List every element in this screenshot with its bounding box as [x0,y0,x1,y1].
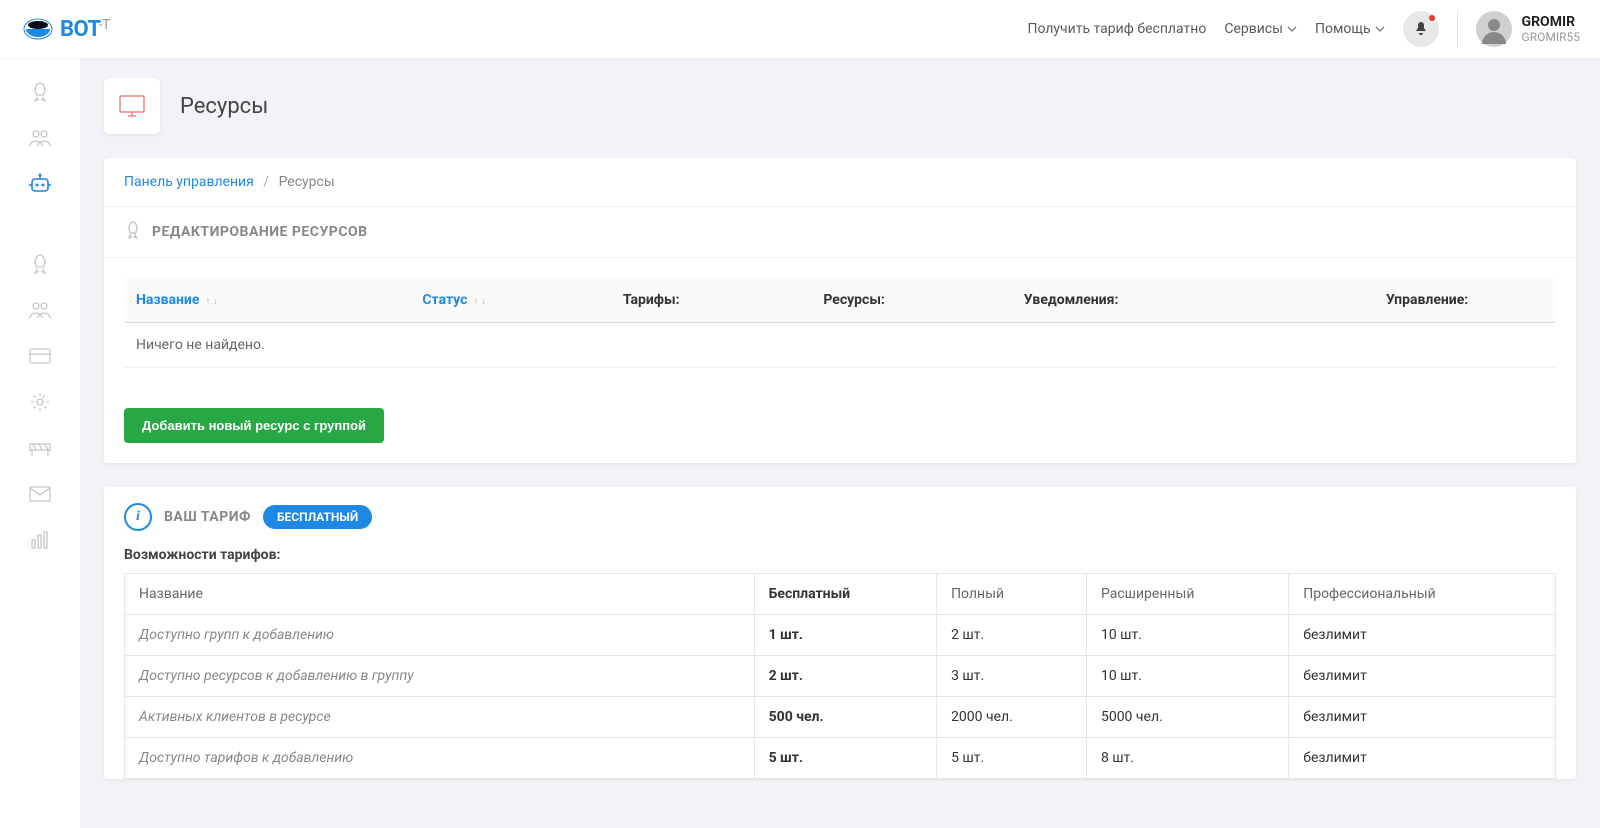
notification-dot [1429,15,1435,21]
tcol-free: Бесплатный [754,574,936,615]
user-sub: GROMIR55 [1522,30,1580,44]
bell-icon [1413,21,1429,37]
sidebar-item-users[interactable] [26,124,54,152]
nav-help[interactable]: Помощь [1315,21,1385,37]
divider [1457,11,1458,47]
tariff-free: 5 шт. [754,738,936,779]
page-title-icon [104,78,160,134]
card-header: РЕДАКТИРОВАНИЕ РЕСУРСОВ [104,207,1576,258]
sidebar-item-rocket[interactable] [26,78,54,106]
chevron-down-icon [1375,26,1385,32]
avatar-icon [1479,14,1509,44]
rocket-icon [124,221,142,243]
tariff-label: Доступно ресурсов к добавлению в группу [125,656,755,697]
col-status[interactable]: Статус↑ ↓ [410,278,610,323]
tariff-table: Название Бесплатный Полный Расширенный П… [124,573,1556,779]
user-menu[interactable]: GROMIR GROMIR55 [1476,11,1580,47]
breadcrumb-current: Ресурсы [279,174,335,190]
col-tariffs: Тарифы: [611,278,811,323]
sidebar-item-bot[interactable] [26,170,54,198]
tariff-ext: 10 шт. [1086,615,1288,656]
nav-services-label: Сервисы [1224,21,1283,37]
sidebar-item-settings[interactable] [26,388,54,416]
sidebar-item-barrier[interactable] [26,434,54,462]
user-name: GROMIR [1522,14,1580,30]
tariff-pro: безлимит [1289,738,1556,779]
tcol-full: Полный [937,574,1087,615]
sidebar-item-mail[interactable] [26,480,54,508]
tariff-badge: БЕСПЛАТНЫЙ [263,505,372,529]
sidebar-item-rocket-2[interactable] [26,250,54,278]
logo-text: BOT-T [60,17,110,42]
tcol-ext: Расширенный [1086,574,1288,615]
nav-get-tariff[interactable]: Получить тариф бесплатно [1027,21,1206,37]
edit-resources-card: Панель управления / Ресурсы РЕДАКТИРОВАН… [104,158,1576,463]
col-name[interactable]: Название↑ ↓ [124,278,410,323]
info-icon: i [124,503,152,531]
header: BOT-T Получить тариф бесплатно Сервисы П… [0,0,1600,58]
logo[interactable]: BOT-T [20,17,110,42]
page-title: Ресурсы [180,94,268,119]
resources-table: Название↑ ↓ Статус↑ ↓ Тарифы: Ресурсы: У… [124,278,1556,368]
tariff-row: Активных клиентов в ресурсе500 чел.2000 … [125,697,1556,738]
tariff-pro: безлимит [1289,656,1556,697]
sidebar-item-stats[interactable] [26,526,54,554]
tariff-row: Доступно ресурсов к добавлению в группу2… [125,656,1556,697]
tariff-ext: 10 шт. [1086,656,1288,697]
avatar [1476,11,1512,47]
tariff-header: i ВАШ ТАРИФ БЕСПЛАТНЫЙ [104,487,1576,547]
tariff-free: 500 чел. [754,697,936,738]
tcol-name: Название [125,574,755,615]
tcol-pro: Профессиональный [1289,574,1556,615]
breadcrumb: Панель управления / Ресурсы [104,158,1576,207]
tariff-row: Доступно групп к добавлению1 шт.2 шт.10 … [125,615,1556,656]
card-title: РЕДАКТИРОВАНИЕ РЕСУРСОВ [152,224,368,240]
table-row-empty: Ничего не найдено. [124,323,1556,368]
breadcrumb-root[interactable]: Панель управления [124,174,254,190]
tariff-full: 5 шт. [937,738,1087,779]
tariff-row: Доступно тарифов к добавлению5 шт.5 шт.8… [125,738,1556,779]
tariff-full: 2000 чел. [937,697,1087,738]
tariff-label: Доступно тарифов к добавлению [125,738,755,779]
tariff-subtitle: Возможности тарифов: [104,547,1576,573]
tariff-card: i ВАШ ТАРИФ БЕСПЛАТНЫЙ Возможности тариф… [104,487,1576,779]
tariff-free: 1 шт. [754,615,936,656]
nav-help-label: Помощь [1315,21,1371,37]
tariff-full: 3 шт. [937,656,1087,697]
tariff-pro: безлимит [1289,697,1556,738]
user-info: GROMIR GROMIR55 [1522,14,1580,44]
col-resources: Ресурсы: [811,278,1011,323]
sidebar [0,58,80,828]
tariff-label: Доступно групп к добавлению [125,615,755,656]
content: Ресурсы Панель управления / Ресурсы РЕДА… [80,58,1600,828]
col-notifications: Уведомления: [1012,278,1298,323]
tariff-label: Активных клиентов в ресурсе [125,697,755,738]
empty-cell: Ничего не найдено. [124,323,1556,368]
sidebar-item-card[interactable] [26,342,54,370]
sidebar-item-users-2[interactable] [26,296,54,324]
tariff-pro: безлимит [1289,615,1556,656]
page-title-row: Ресурсы [104,78,1576,134]
add-resource-button[interactable]: Добавить новый ресурс с группой [124,408,384,443]
chevron-down-icon [1287,26,1297,32]
logo-icon [20,17,56,41]
nav-services[interactable]: Сервисы [1224,21,1297,37]
tariff-free: 2 шт. [754,656,936,697]
tariff-title: ВАШ ТАРИФ [164,509,251,525]
tariff-ext: 8 шт. [1086,738,1288,779]
monitor-icon [118,94,146,118]
tariff-full: 2 шт. [937,615,1087,656]
tariff-ext: 5000 чел. [1086,697,1288,738]
notifications-button[interactable] [1403,11,1439,47]
col-manage: Управление: [1298,278,1556,323]
